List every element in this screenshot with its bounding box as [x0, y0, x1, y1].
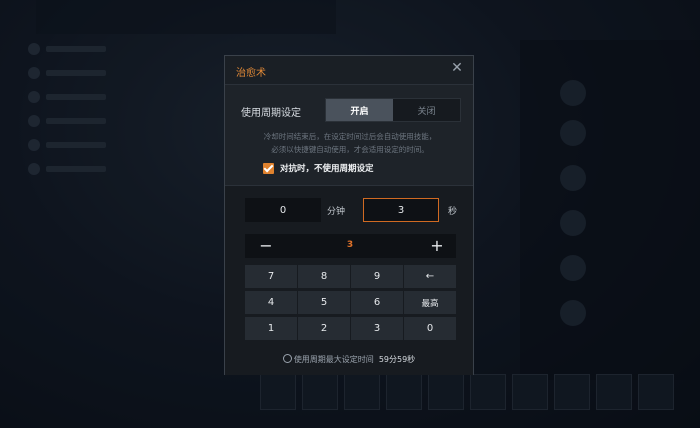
- key-6[interactable]: 6: [351, 291, 403, 314]
- minus-button[interactable]: −: [253, 234, 279, 258]
- key-8[interactable]: 8: [298, 265, 350, 288]
- minutes-field[interactable]: 0: [245, 198, 321, 222]
- pvp-checkbox[interactable]: [263, 162, 274, 174]
- max-key[interactable]: 最高: [404, 291, 456, 314]
- period-description: 冷却时间结束后，在设定时间过后会自动使用技能， 必须以快捷键自动使用，才会适用设…: [235, 130, 465, 156]
- period-setting-row: 使用周期设定 开启 关闭: [241, 98, 461, 122]
- seconds-unit: 秒: [448, 207, 458, 217]
- skill-period-dialog: 治愈术 ✕ 使用周期设定 开启 关闭 冷却时间结束后，在设定时间过后会自动使用技…: [224, 55, 474, 375]
- key-7[interactable]: 7: [245, 265, 297, 288]
- dialog-header: 治愈术 ✕: [225, 56, 473, 85]
- time-input-row: 0 分钟 3 秒: [245, 198, 458, 222]
- period-on-button[interactable]: 开启: [326, 99, 393, 121]
- stepper-value: 3: [346, 240, 354, 250]
- time-input-section: 0 分钟 3 秒 − 3 + 7 8 9 ← 4 5 6 最高 1 2 3 0 …: [225, 185, 473, 375]
- period-off-button[interactable]: 关闭: [393, 99, 460, 121]
- max-time-note: 使用周期最大设定时间 59分59秒: [225, 354, 473, 365]
- close-icon[interactable]: ✕: [449, 60, 465, 76]
- backspace-key[interactable]: ←: [404, 265, 456, 288]
- key-3[interactable]: 3: [351, 317, 403, 340]
- description-line-1: 冷却时间结束后，在设定时间过后会自动使用技能，: [263, 132, 437, 141]
- value-stepper: − 3 +: [245, 234, 456, 258]
- plus-button[interactable]: +: [424, 234, 450, 258]
- minutes-unit: 分钟: [327, 207, 346, 217]
- key-2[interactable]: 2: [298, 317, 350, 340]
- period-toggle: 开启 关闭: [325, 98, 461, 122]
- key-9[interactable]: 9: [351, 265, 403, 288]
- key-4[interactable]: 4: [245, 291, 297, 314]
- max-time-label: 使用周期最大设定时间: [293, 355, 374, 364]
- pvp-checkbox-row[interactable]: 对抗时，不使用周期设定: [263, 161, 443, 175]
- dialog-title: 治愈术: [236, 68, 266, 79]
- numeric-keypad: 7 8 9 ← 4 5 6 最高 1 2 3 0: [245, 265, 457, 340]
- pvp-checkbox-label: 对抗时，不使用周期设定: [280, 164, 374, 174]
- key-0[interactable]: 0: [404, 317, 456, 340]
- max-time-value: 59分59秒: [378, 355, 416, 364]
- description-line-2: 必须以快捷键自动使用，才会适用设定的时间。: [271, 145, 429, 154]
- seconds-field[interactable]: 3: [363, 198, 439, 222]
- period-setting-label: 使用周期设定: [241, 108, 301, 119]
- key-1[interactable]: 1: [245, 317, 297, 340]
- key-5[interactable]: 5: [298, 291, 350, 314]
- clock-icon: [282, 354, 292, 363]
